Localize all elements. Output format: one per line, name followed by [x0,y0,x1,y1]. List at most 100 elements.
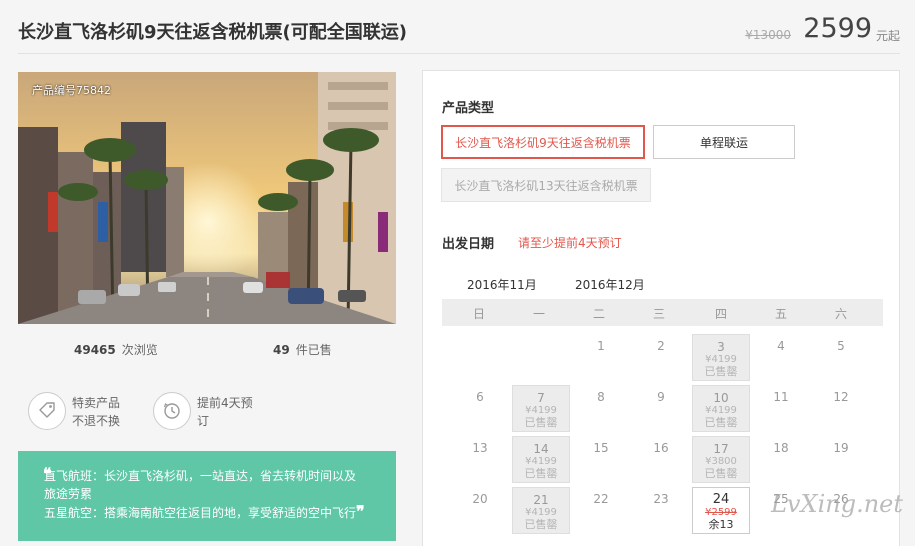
day-number: 16 [653,441,669,455]
day-number: 1 [597,339,605,353]
page-header: 长沙直飞洛杉矶9天往返含税机票(可配全国联运) ¥13000 2599 元起 [18,0,900,54]
day-number: 12 [833,390,849,404]
calendar-day: 9 [632,385,690,432]
promo-line: 直飞航班：长沙直飞洛杉矶，一站直达，省去转机时间以及 [44,469,357,483]
promo-line: 五星航空：搭乘海南航空往返目的地，享受舒适的空中飞行❞ [44,503,384,522]
feature-text: 特卖产品 不退不换 [72,394,120,430]
promo-line-text: 五星航空：搭乘海南航空往返目的地，享受舒适的空中飞行 [44,506,357,520]
feature-text: 提前4天预 订 [197,394,253,430]
day-number: 10 [713,391,729,405]
day-number: 21 [533,493,549,507]
feature-line: 提前4天预 [197,396,253,410]
day-number: 23 [653,492,669,506]
day-number: 22 [593,492,609,506]
tag-icon [28,392,66,430]
option-9-day-roundtrip[interactable]: 长沙直飞洛杉矶9天往返含税机票 [441,125,645,159]
day-number: 13 [472,441,488,455]
view-count-value: 49465 [74,343,116,357]
sold-count-label: 件已售 [295,343,332,357]
street-scene-image [18,72,396,324]
day-status: 已售罄 [524,518,558,531]
calendar-day: 8 [572,385,630,432]
calendar-day: 13 [451,436,509,483]
calendar-day: 6 [451,385,509,432]
feature-line: 不退不换 [72,414,121,428]
calendar-day: 17 ¥3800 已售罄 [692,436,750,483]
current-price: 2599 [803,13,872,44]
calendar-day: 16 [632,436,690,483]
view-count-label: 次浏览 [121,343,158,357]
product-photo[interactable]: 产品编号75842 [18,72,396,324]
day-number: 18 [773,441,789,455]
day-status: 已售罄 [704,416,738,429]
day-number: 8 [597,390,605,404]
day-status: 已售罄 [524,467,558,480]
day-number: 3 [717,340,725,354]
tab-month-nov[interactable]: 2016年11月 [467,276,537,301]
tab-month-dec[interactable]: 2016年12月 [575,276,645,299]
sold-count: 49 件已售 [273,341,332,358]
clock-icon [153,392,191,430]
calendar-day: 1 [572,334,630,381]
calendar-day: 14 ¥4199 已售罄 [512,436,570,483]
weekday-label: 一 [532,307,545,321]
day-status: 余13 [708,518,734,531]
product-stats: 49465 次浏览 49 件已售 [18,336,396,362]
day-number: 9 [657,390,665,404]
weekday-label: 六 [834,307,847,321]
departure-date-label: 出发日期 [442,237,495,252]
price-suffix: 元起 [875,29,900,43]
day-number: 11 [773,390,789,404]
day-number: 19 [833,441,849,455]
weekday-label: 三 [652,307,665,321]
day-number: 7 [537,391,545,405]
calendar-day: 4 [752,334,810,381]
view-count: 49465 次浏览 [74,341,158,358]
calendar-day: 3 ¥4199 已售罄 [692,334,750,381]
calendar-weekday-header: 日 一 二 三 四 五 六 [442,299,883,326]
day-status: 已售罄 [704,467,738,480]
weekday-label: 四 [714,307,727,321]
weekday-label: 二 [592,307,605,321]
calendar-day: 5 [812,334,870,381]
close-quote-icon: ❞ [356,502,365,521]
page-title: 长沙直飞洛杉矶9天往返含税机票(可配全国联运) [18,22,407,43]
open-quote-icon: ❝ [43,464,52,483]
day-number: 17 [713,442,729,456]
product-code: 产品编号75842 [32,84,111,97]
calendar-day: 2 [632,334,690,381]
weekday-label: 五 [774,307,787,321]
calendar-day: 19 [812,436,870,483]
day-status: 已售罄 [524,416,558,429]
original-price: ¥13000 [745,28,791,42]
option-one-way-connection[interactable]: 单程联运 [653,125,795,159]
day-number: 4 [777,339,785,353]
calendar-day: 10 ¥4199 已售罄 [692,385,750,432]
calendar-day: 22 [572,487,630,534]
option-13-day-roundtrip: 长沙直飞洛杉矶13天往返含税机票 [441,168,651,202]
calendar-day: 7 ¥4199 已售罄 [512,385,570,432]
advance-booking-note: 请至少提前4天预订 [518,236,622,250]
calendar-day: 15 [572,436,630,483]
watermark: LvXing.net [770,490,903,518]
day-status: 已售罄 [704,365,738,378]
day-number: 2 [657,339,665,353]
day-number: 5 [837,339,845,353]
day-number: 24 [712,492,730,507]
product-type-label: 产品类型 [442,101,495,116]
feature-line: 特卖产品 [72,396,121,410]
booking-panel: 产品类型 长沙直飞洛杉矶9天往返含税机票 单程联运 长沙直飞洛杉矶13天往返含税… [422,70,900,546]
calendar-day: 23 [632,487,690,534]
calendar-day: 21 ¥4199 已售罄 [512,487,570,534]
calendar-day: 20 [451,487,509,534]
day-number: 14 [533,442,549,456]
promo-box: ❝ 直飞航班：长沙直飞洛杉矶，一站直达，省去转机时间以及 旅途劳累 五星航空：搭… [18,451,396,541]
calendar-day[interactable]: 24 ¥2599 余13 [692,487,750,534]
feature-line: 订 [197,414,210,428]
calendar-day: 11 [752,385,810,432]
day-number: 20 [472,492,488,506]
sold-count-value: 49 [273,343,290,357]
calendar-day: 18 [752,436,810,483]
promo-line: 旅途劳累 [44,487,93,501]
day-number: 15 [593,441,609,455]
